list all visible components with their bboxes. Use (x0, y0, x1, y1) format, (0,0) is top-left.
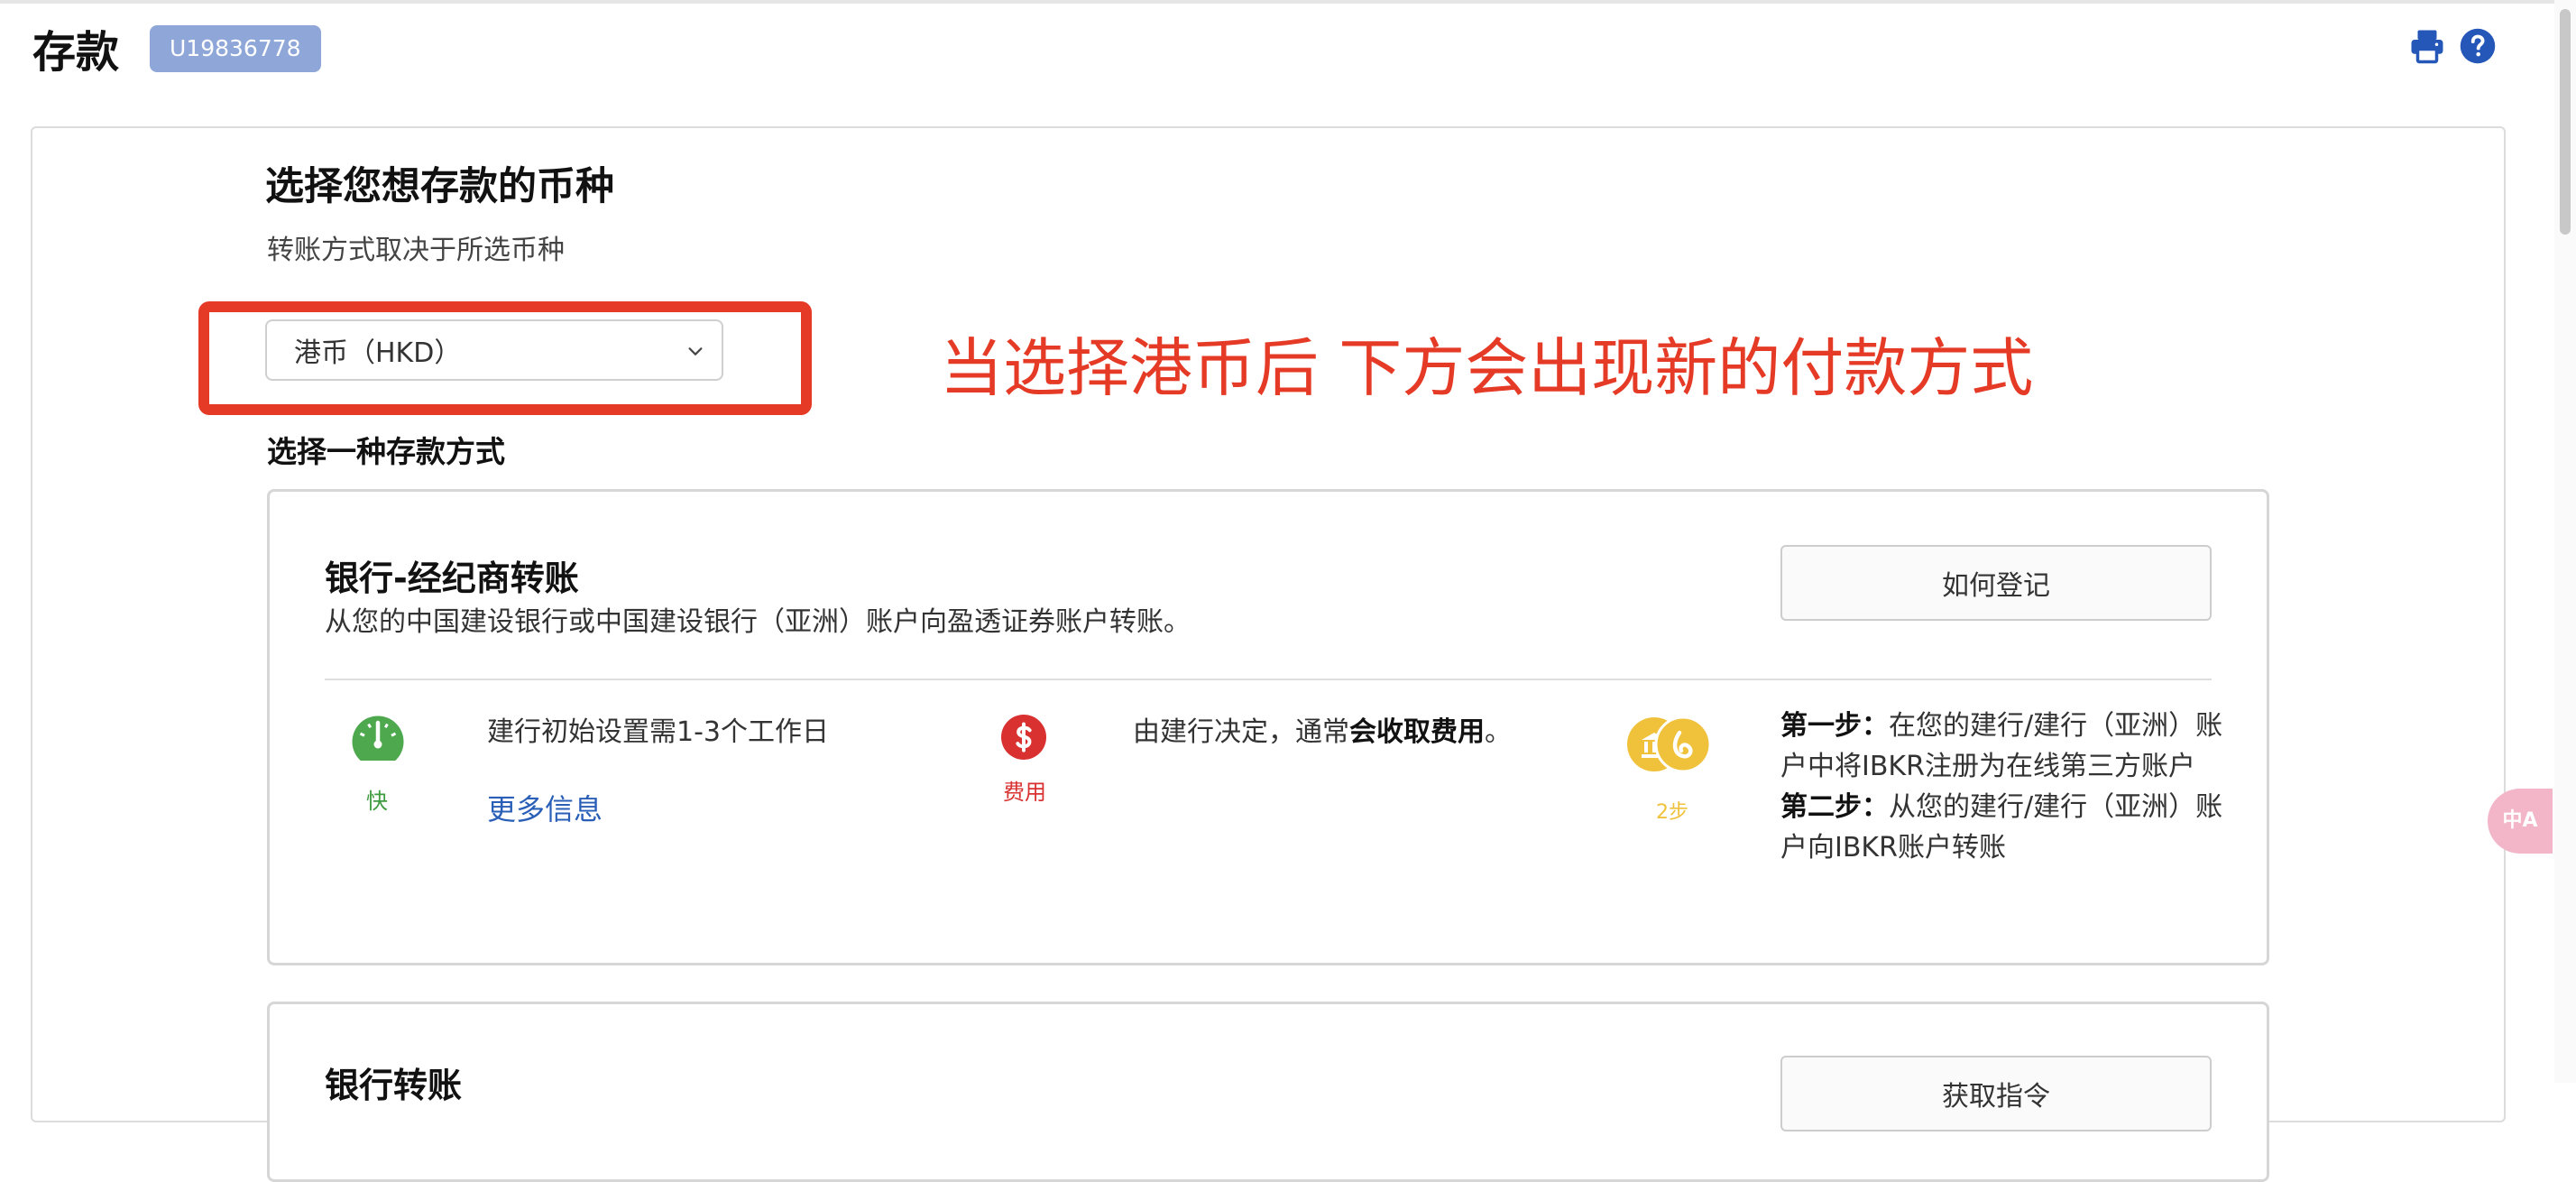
top-border (0, 0, 2576, 4)
help-icon[interactable] (2459, 27, 2497, 65)
how-to-register-button[interactable]: 如何登记 (1780, 545, 2212, 621)
step-2-label: 第二步： (1780, 791, 1889, 823)
get-instructions-button[interactable]: 获取指令 (1780, 1056, 2212, 1131)
step-1: 第一步：在您的建行/建行（亚洲）账户中将IBKR注册为在线第三方账户 (1780, 706, 2231, 787)
steps-text: 第一步：在您的建行/建行（亚洲）账户中将IBKR注册为在线第三方账户 第二步：从… (1780, 706, 2231, 868)
annotation-text: 当选择港币后 下方会出现新的付款方式 (940, 331, 2034, 405)
speedometer-icon (348, 716, 408, 769)
method-card-divider (325, 679, 2212, 680)
print-icon[interactable] (2408, 27, 2446, 65)
highlight-annotation-box (198, 301, 812, 415)
account-id-badge: U19836778 (150, 25, 321, 72)
currency-section-subtitle: 转账方式取决于所选币种 (267, 235, 565, 266)
steps-label: 2步 (1656, 801, 1688, 824)
fee-text-suffix: 。 (1485, 716, 1512, 748)
dollar-icon (1001, 715, 1046, 760)
steps-icon (1627, 716, 1712, 773)
currency-section-title: 选择您想存款的币种 (265, 164, 614, 209)
method-section-title: 选择一种存款方式 (267, 434, 505, 469)
fee-text: 由建行决定，通常会收取费用。 (1133, 709, 1512, 749)
translate-icon[interactable]: 中A (2488, 789, 2553, 854)
scrollbar-thumb[interactable] (2560, 9, 2571, 235)
method-card-title: 银行-经纪商转账 (325, 559, 579, 598)
fee-label: 费用 (1003, 780, 1046, 805)
step-1-label: 第一步： (1780, 710, 1889, 742)
fee-text-bold: 会收取费用 (1349, 716, 1485, 748)
method-card-description: 从您的中国建设银行或中国建设银行（亚洲）账户向盈透证券账户转账。 (325, 606, 1191, 638)
step-2: 第二步：从您的建行/建行（亚洲）账户向IBKR账户转账 (1780, 787, 2231, 868)
fee-text-prefix: 由建行决定，通常 (1133, 716, 1349, 748)
more-info-link[interactable]: 更多信息 (487, 787, 603, 828)
speed-label: 快 (366, 789, 388, 814)
speed-text: 建行初始设置需1-3个工作日 (487, 716, 829, 748)
page-title: 存款 (32, 27, 120, 78)
